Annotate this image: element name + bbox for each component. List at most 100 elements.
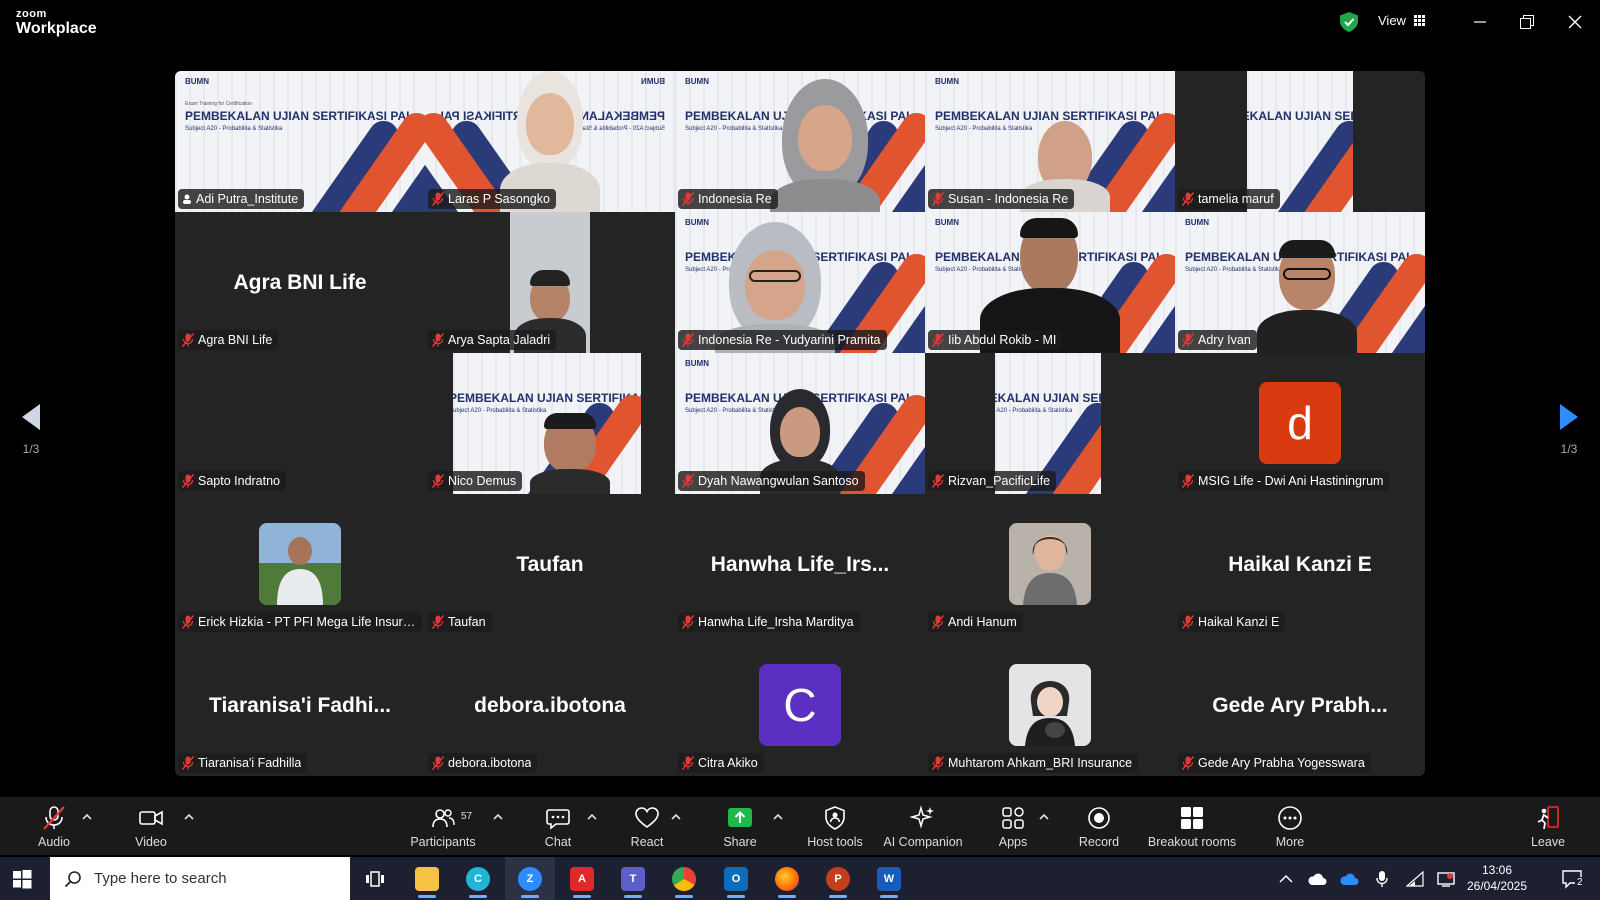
chat-options-caret[interactable] [586,812,598,822]
participant-tile[interactable]: BUMN PEMBEKALAN UJIAN SERTIFIKASI PAI Su… [675,71,925,212]
participant-name-label: Agra BNI Life [178,330,279,350]
participant-tile[interactable]: Erick Hizkia - PT PFI Mega Life Insura..… [175,494,425,635]
participant-name-label: Adry Ivan [1178,330,1257,350]
participant-tile[interactable]: Muhtarom Ahkam_BRI Insurance [925,635,1175,776]
participant-name-label: Laras P Sasongko [428,189,556,209]
participant-video [530,413,610,494]
video-button[interactable]: Video [131,805,171,851]
participant-tile[interactable]: BUMN PEMBEKALAN UJIAN SERTIFIKASI PAI Su… [925,71,1175,212]
participant-tile[interactable]: PEMBEKALAN UJIAN SERTIFIKASI PAI Subject… [925,353,1175,494]
mic-muted-icon [932,192,944,206]
record-button[interactable]: Record [1072,805,1126,851]
taskbar-powerpoint[interactable]: P [813,857,863,900]
restore-button[interactable] [1515,10,1539,34]
participant-name-label: Susan - Indonesia Re [928,189,1075,209]
leave-icon [1537,806,1559,830]
host-tools-label: Host tools [807,835,863,849]
windows-taskbar: Type here to search C Z A T O P W 13:06 … [0,857,1600,900]
chevron-up-icon [1279,874,1293,883]
show-hidden-icons-button[interactable] [1272,857,1300,900]
participant-tile[interactable]: C Citra Akiko [675,635,925,776]
participant-tile[interactable]: BUMN PEMBEKALAN UJIAN SERTIFIKASI PAI Su… [675,353,925,494]
record-label: Record [1078,835,1120,849]
audio-options-caret[interactable] [81,812,93,822]
video-options-caret[interactable] [183,812,195,822]
participant-tile[interactable]: Arya Sapta Jaladri [425,212,675,353]
apps-button[interactable]: Apps [993,805,1033,851]
taskbar-outlook[interactable]: O [711,857,761,900]
mic-muted-icon [932,615,944,629]
participant-tile[interactable]: BUMN PEMBEKALAN UJIAN SERTIFIKASI PAI Su… [675,212,925,353]
notifications-button[interactable]: 2 [1554,857,1590,900]
onedrive-personal-tray[interactable] [1302,857,1332,900]
search-placeholder: Type here to search [94,870,227,887]
participant-tile[interactable]: BUMN PEMBEKALAN UJIAN SERTIFIKASI PAI Su… [925,212,1175,353]
close-icon [1568,15,1582,29]
participant-tile[interactable]: Sapto Indratno [175,353,425,494]
participant-tile[interactable]: d MSIG Life - Dwi Ani Hastiningrum [1175,353,1425,494]
participant-tile[interactable]: Tiaranisa'i Fadhi... Tiaranisa'i Fadhill… [175,635,425,776]
participants-options-caret[interactable] [492,812,504,822]
zoom-window: zoom Workplace View 1/3 1/3 BUMN Exam Tr… [0,0,1600,900]
view-button[interactable]: View [1378,13,1427,28]
taskbar-zoom[interactable]: Z [505,857,555,900]
mic-muted-icon [43,806,65,830]
canva-icon: C [466,866,490,891]
participant-tile[interactable]: Andi Hanum [925,494,1175,635]
mic-muted-icon [182,756,194,770]
share-options-caret[interactable] [772,812,784,822]
minimize-button[interactable] [1468,10,1492,34]
acrobat-icon: A [570,866,594,891]
clock-date: 26/04/2025 [1466,879,1528,893]
microphone-tray[interactable] [1368,857,1396,900]
breakout-rooms-button[interactable]: Breakout rooms [1142,805,1242,851]
participant-tile[interactable]: Gede Ary Prabh... Gede Ary Prabha Yogess… [1175,635,1425,776]
zoom-app-icon: Z [518,866,542,891]
react-options-caret[interactable] [670,812,682,822]
participant-tile[interactable]: Hanwha Life_Irs... Hanwha Life_Irsha Mar… [675,494,925,635]
previous-page-button[interactable]: 1/3 [0,375,62,485]
participant-tile[interactable]: Agra BNI Life Agra BNI Life [175,212,425,353]
participant-tile[interactable]: BUMN Exam Training for Certification PEM… [175,71,425,212]
taskbar-adobe-acrobat[interactable]: A [557,857,607,900]
powerpoint-icon: P [826,866,850,891]
participant-tile[interactable]: PEMBEKALAN UJIAN SERTIFIKASI PAI Subject… [425,353,675,494]
task-view-button[interactable] [350,857,400,900]
taskbar-chrome[interactable] [659,857,709,900]
leave-button[interactable]: Leave [1528,805,1568,851]
chat-button[interactable]: Chat [538,805,578,851]
taskbar-canva[interactable]: C [453,857,503,900]
display-tray[interactable] [1432,857,1460,900]
taskbar-word[interactable]: W [864,857,914,900]
taskbar-teams[interactable]: T [608,857,658,900]
participant-tile[interactable]: BUMN PEMBEKALAN UJIAN SERTIFIKASI PAI Su… [1175,212,1425,353]
taskbar-file-explorer[interactable] [402,857,452,900]
ai-companion-button[interactable]: AI Companion [878,805,968,851]
participant-tile[interactable]: debora.ibotona debora.ibotona [425,635,675,776]
participant-name-label: Andi Hanum [928,612,1023,632]
close-button[interactable] [1563,10,1587,34]
react-button[interactable]: React [627,805,667,851]
apps-options-caret[interactable] [1038,812,1050,822]
participant-tile[interactable]: BUMN PEMBEKALAN UJIAN SERTIFIKASI PAI Su… [425,71,675,212]
participant-tile[interactable]: Taufan Taufan [425,494,675,635]
shield-check-icon[interactable] [1340,12,1358,32]
onedrive-business-tray[interactable] [1334,857,1364,900]
taskbar-search-box[interactable]: Type here to search [50,857,350,900]
windows-start-icon[interactable] [8,865,36,893]
more-button[interactable]: More [1270,805,1310,851]
taskbar-firefox[interactable] [762,857,812,900]
restore-icon [1520,15,1534,29]
shield-icon [825,806,845,830]
share-button[interactable]: Share [720,805,760,851]
participant-tile[interactable]: PEMBEKALAN UJIAN SERTIFIKASI PAI tamelia… [1175,71,1425,212]
participant-tile[interactable]: Haikal Kanzi E Haikal Kanzi E [1175,494,1425,635]
heart-icon [635,807,659,828]
mic-muted-icon [182,333,194,347]
taskbar-clock[interactable]: 13:06 26/04/2025 [1462,862,1532,894]
audio-button[interactable]: Audio [34,805,74,851]
more-icon [1278,806,1302,830]
host-tools-button[interactable]: Host tools [800,805,870,851]
network-tray[interactable] [1400,857,1430,900]
next-page-button[interactable]: 1/3 [1538,375,1600,485]
